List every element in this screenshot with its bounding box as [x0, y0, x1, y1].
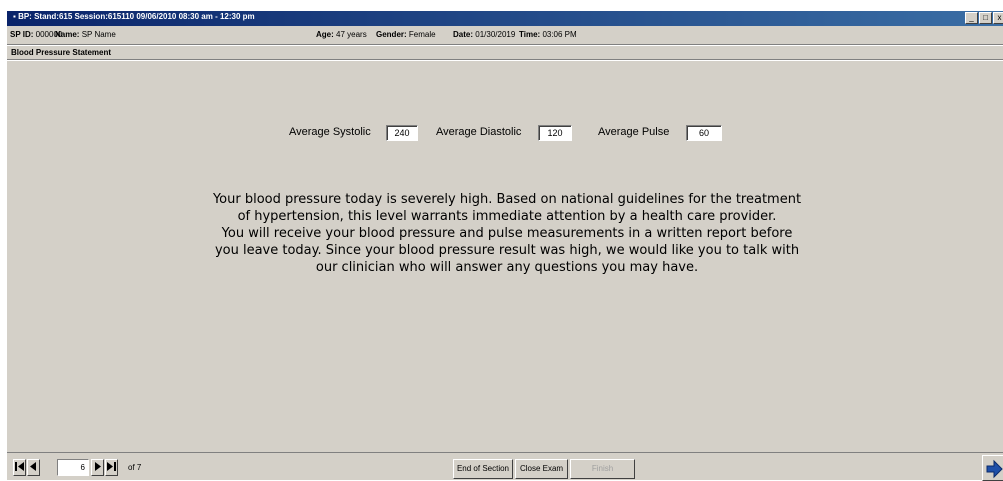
- first-page-button[interactable]: [13, 459, 26, 476]
- time-value: 03:06 PM: [542, 30, 577, 39]
- age-value: 47 years: [336, 30, 367, 39]
- statement-line: You will receive your blood pressure and…: [221, 226, 793, 241]
- divider: [7, 60, 1003, 61]
- divider: [7, 45, 1003, 46]
- close-exam-button[interactable]: Close Exam: [515, 459, 568, 479]
- previous-page-icon: [30, 462, 36, 471]
- page-count: of 7: [128, 463, 142, 472]
- statement-line: our clinician who will answer any questi…: [315, 260, 699, 275]
- sp-name: Name: SP Name: [55, 30, 116, 39]
- time: Time: 03:06 PM: [519, 30, 577, 39]
- next-page-button[interactable]: [91, 459, 104, 476]
- application-window: ▪ BP: Stand:615 Session:615110 09/06/201…: [6, 10, 1003, 481]
- systolic-field[interactable]: 240: [386, 125, 418, 141]
- maximize-button[interactable]: □: [979, 12, 992, 24]
- diastolic-label: Average Diastolic: [436, 126, 522, 138]
- gender-label: Gender:: [376, 30, 407, 39]
- date-value: 01/30/2019: [475, 30, 516, 39]
- gender: Gender: Female: [376, 30, 436, 39]
- last-page-icon: [107, 462, 116, 471]
- age: Age: 47 years: [316, 30, 367, 39]
- bp-statement: Your blood pressure today is severely hi…: [107, 191, 907, 276]
- previous-page-button[interactable]: [27, 459, 40, 476]
- pulse-label: Average Pulse: [598, 126, 670, 138]
- window-title-text: BP: Stand:615 Session:615110 09/06/2010 …: [18, 12, 255, 21]
- next-page-icon: [95, 462, 101, 471]
- finish-button[interactable]: Finish: [570, 459, 635, 479]
- diastolic-field[interactable]: 120: [538, 125, 572, 141]
- section-title: Blood Pressure Statement: [11, 48, 112, 57]
- page-number-input[interactable]: 6: [57, 459, 89, 476]
- statement-line: Your blood pressure today is severely hi…: [212, 192, 802, 207]
- sp-name-value: SP Name: [81, 30, 116, 39]
- sp-id-label: SP ID:: [10, 30, 34, 39]
- date-label: Date:: [453, 30, 474, 39]
- title-bar[interactable]: ▪ BP: Stand:615 Session:615110 09/06/201…: [7, 11, 1003, 26]
- gender-value: Female: [408, 30, 436, 39]
- statement-line: of hypertension, this level warrants imm…: [237, 209, 777, 224]
- last-page-button[interactable]: [105, 459, 118, 476]
- age-label: Age:: [316, 30, 334, 39]
- next-screen-button[interactable]: [982, 455, 1003, 481]
- divider: [7, 452, 1003, 453]
- time-label: Time:: [519, 30, 541, 39]
- close-button[interactable]: x: [993, 12, 1003, 24]
- date: Date: 01/30/2019: [453, 30, 515, 39]
- statement-line: you leave today. Since your blood pressu…: [214, 243, 800, 258]
- patient-info-bar: SP ID: 000000 Name: SP Name Age: 47 year…: [7, 27, 1003, 43]
- pulse-field[interactable]: 60: [686, 125, 722, 141]
- minimize-button[interactable]: _: [965, 12, 978, 24]
- window-title: ▪ BP: Stand:615 Session:615110 09/06/201…: [13, 12, 255, 21]
- window-controls: _ □ x: [965, 12, 1003, 24]
- first-page-icon: [15, 462, 24, 471]
- sp-name-label: Name:: [55, 30, 80, 39]
- end-of-section-button[interactable]: End of Section: [453, 459, 513, 479]
- systolic-label: Average Systolic: [289, 126, 371, 138]
- arrow-right-icon: [986, 459, 1003, 479]
